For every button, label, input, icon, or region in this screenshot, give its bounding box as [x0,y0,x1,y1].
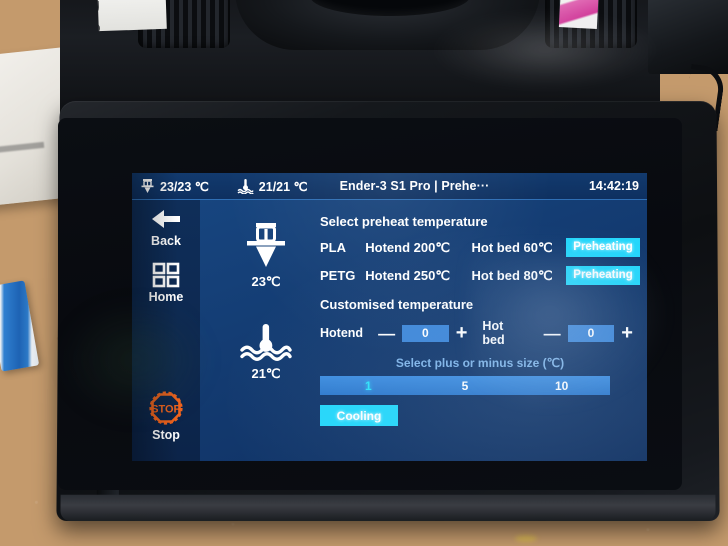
step-size-selector[interactable]: 1 5 10 [320,376,610,395]
status-bed-readout: 21/21 ℃ [237,178,308,194]
preset-row-petg: PETG Hotend 250℃ Hot bed 80℃ Preheating [320,266,640,285]
step-size-option-5[interactable]: 5 [417,379,514,393]
stop-octagon-icon: STOP [149,391,183,425]
hotend-readout: 23℃ [214,220,318,290]
enclosure-bottom-lip [60,494,716,521]
sidebar: Back Home STOP Stop [132,200,200,461]
custom-temperature-heading: Customised temperature [320,297,474,312]
preheat-heading: Select preheat temperature [320,214,488,229]
preset-hotend-pla: Hotend 200℃ [365,239,450,255]
preset-bed-petg: Hot bed 80℃ [471,267,553,283]
status-hotend-value: 23/23 ℃ [160,179,209,194]
heated-bed-icon [237,179,254,194]
hotend-minus-button[interactable]: — [378,325,395,342]
hotend-value-field[interactable]: 0 [402,324,449,342]
printer-label: ER-3 [97,0,167,32]
temperature-readout-column: 23℃ 21℃ [214,220,318,382]
hotend-nozzle-icon [247,223,285,267]
lcd-screen: 23/23 ℃ 21/21 ℃ Ender-3 S1 Pro | Prehe··… [132,173,647,461]
custom-temperature-steppers: Hotend — 0 + Hot bed — 0 + [320,319,640,347]
heated-bed-icon [240,324,292,361]
bed-value-field[interactable]: 0 [567,324,615,342]
sidebar-item-stop[interactable]: STOP Stop [132,390,200,442]
status-title: Ender-3 S1 Pro | Prehe··· [339,179,490,193]
sidebar-label-stop: Stop [152,428,180,442]
svg-text:STOP: STOP [151,404,181,416]
printer-label-text: ER-3 [97,0,103,32]
arrow-left-icon [152,210,180,228]
bed-plus-button[interactable]: + [621,323,633,343]
step-size-hint: Select plus or minus size (℃) [395,356,565,370]
grid-squares-icon [152,262,180,288]
step-size-option-1[interactable]: 1 [320,379,417,393]
bed-current-temp: 21℃ [251,366,281,381]
sidebar-label-home: Home [148,290,184,304]
background-object-right [648,0,728,74]
sidebar-item-back[interactable]: Back [132,206,200,248]
pink-sticker [558,0,600,29]
hotend-nozzle-icon [141,179,154,193]
hotend-current-temp: 23℃ [251,274,281,289]
main-panel: 23℃ 21℃ Select preheat temperature PLA H… [200,200,647,461]
bed-stepper-label: Hot bed [482,319,505,347]
desk-mark [515,535,537,542]
hotend-stepper-label: Hotend [320,326,364,340]
bed-readout: 21℃ [214,322,318,382]
status-bed-value: 21/21 ℃ [258,179,308,194]
hotend-plus-button[interactable]: + [456,323,468,343]
status-bar: 23/23 ℃ 21/21 ℃ Ender-3 S1 Pro | Prehe··… [132,173,647,200]
preheat-content: Select preheat temperature PLA Hotend 20… [320,210,640,426]
step-size-option-10[interactable]: 10 [513,379,610,393]
preheat-button-petg[interactable]: Preheating [566,266,640,285]
preset-hotend-petg: Hotend 250℃ [365,267,450,283]
cooling-button[interactable]: Cooling [320,405,398,426]
preset-material-pla: PLA [320,240,346,255]
preset-bed-pla: Hot bed 60℃ [471,239,553,255]
preheat-button-pla[interactable]: Preheating [566,238,640,257]
sidebar-label-back: Back [151,234,181,248]
paper-print-line [0,141,45,156]
sidebar-item-home[interactable]: Home [132,262,200,304]
status-clock: 14:42:19 [588,179,639,193]
preset-row-pla: PLA Hotend 200℃ Hot bed 60℃ Preheating [320,238,640,257]
photo-scene: ER-3 23/23 ℃ 21/21 ℃ Ender-3 S1 Pro | Pr… [0,0,728,546]
status-hotend-readout: 23/23 ℃ [140,178,209,194]
preset-material-petg: PETG [320,268,356,283]
bed-minus-button[interactable]: — [544,325,561,342]
